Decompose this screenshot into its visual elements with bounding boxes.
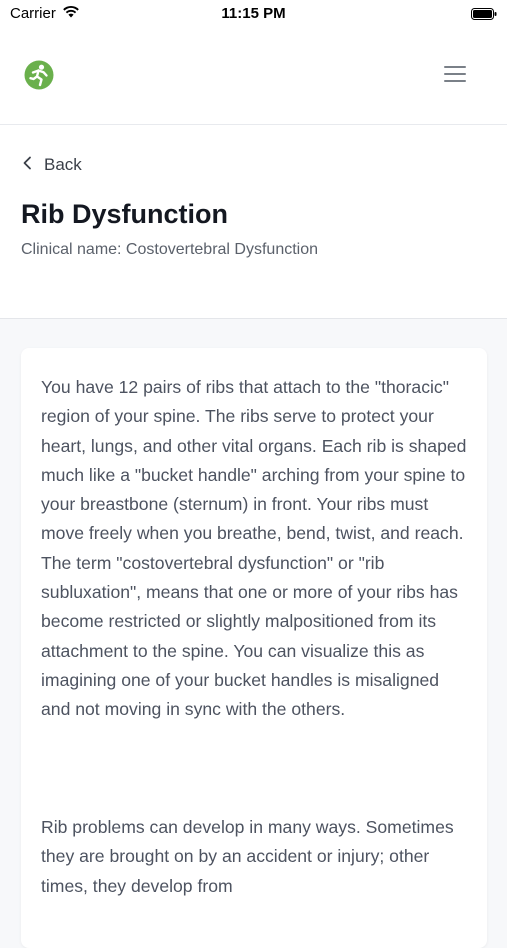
hamburger-menu-icon[interactable] <box>443 64 467 84</box>
chevron-left-icon <box>22 156 32 175</box>
status-bar: Carrier 11:15 PM <box>0 0 507 30</box>
clinical-name: Clinical name: Costovertebral Dysfunctio… <box>21 241 319 258</box>
back-button[interactable]: Back <box>22 155 82 175</box>
status-time: 11:15 PM <box>221 5 286 22</box>
back-label: Back <box>44 155 82 174</box>
app-header <box>0 30 507 125</box>
content-paragraph-2: Rib problems can develop in many ways. S… <box>41 817 454 896</box>
runner-logo-icon[interactable] <box>24 60 54 90</box>
page-header-section: Back Rib Dysfunction Clinical name: Cost… <box>0 125 507 319</box>
battery-icon <box>471 7 497 20</box>
content-paragraph-1: You have 12 pairs of ribs that attach to… <box>41 377 467 720</box>
page-title: Rib Dysfunction <box>21 199 228 229</box>
content-card: You have 12 pairs of ribs that attach to… <box>21 348 487 948</box>
